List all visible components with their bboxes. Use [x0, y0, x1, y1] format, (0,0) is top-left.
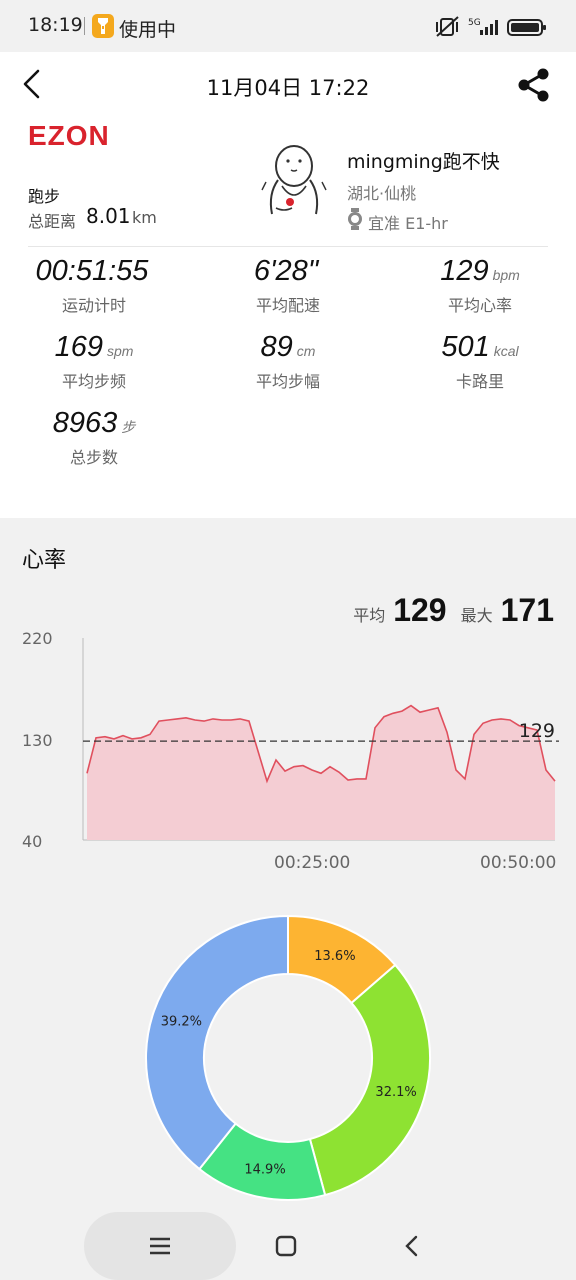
stat-unit: bpm [492, 267, 520, 283]
stat-unit: kcal [493, 343, 519, 359]
distance-value: 8.01 [86, 204, 131, 228]
vibrate-off-icon [436, 16, 459, 37]
stat-label: 卡路里 [455, 372, 504, 391]
stat-value: 6'28" [253, 255, 319, 287]
distance-label: 总距离 [28, 212, 77, 231]
stat-label: 总步数 [69, 448, 118, 467]
donut-slice[interactable] [145, 914, 289, 1171]
donut-slice-label: 14.9% [244, 1163, 285, 1178]
stat-duration: 00:51:55 运动计时 [19, 255, 169, 316]
menu-button[interactable] [148, 1234, 172, 1262]
heart-rate-title: 心率 [22, 548, 67, 573]
user-location: 湖北·仙桃 [347, 184, 417, 203]
stat-cadence: 169 spm 平均步频 [19, 331, 169, 392]
status-time: 18:19 [28, 14, 83, 36]
status-icons: 5G [436, 16, 548, 42]
stat-label: 平均配速 [255, 296, 320, 315]
heart-rate-zone-donut: 13.6% 32.1% 14.9% 39.2% [145, 914, 431, 1201]
donut-slice-label: 13.6% [314, 949, 355, 964]
stat-heart-rate: 129 bpm 平均心率 [405, 255, 555, 316]
stat-unit: 步 [121, 419, 136, 435]
stat-value: 501 [441, 331, 490, 363]
distance-unit: km [132, 208, 157, 227]
donut-slice-label: 39.2% [161, 1015, 202, 1030]
x-tick-label: 00:50:00 [480, 853, 557, 873]
heart-rate-chart: 129 [82, 638, 559, 841]
status-in-use: 使用中 [119, 19, 177, 41]
home-button[interactable] [274, 1234, 298, 1262]
stat-stride: 89 cm 平均步幅 [213, 331, 363, 392]
avatar[interactable] [260, 142, 328, 228]
page-title: 11月04日 17:22 [206, 76, 370, 100]
watch-icon [347, 208, 363, 234]
status-separator [84, 17, 85, 35]
share-icon [518, 68, 549, 102]
divider [28, 246, 548, 247]
sport-type: 跑步 [28, 187, 61, 206]
stat-steps: 8963 步 总步数 [19, 407, 169, 468]
home-icon [275, 1235, 297, 1257]
user-name: mingming跑不快 [347, 151, 500, 173]
stat-value: 169 [54, 331, 103, 363]
back-triangle-icon [405, 1235, 418, 1257]
stat-unit: cm [296, 343, 316, 359]
x-tick-label: 00:25:00 [274, 853, 351, 873]
stat-value: 8963 [52, 407, 118, 439]
stat-value: 00:51:55 [35, 255, 149, 287]
stat-pace: 6'28" 平均配速 [213, 255, 363, 316]
donut-slice[interactable] [308, 963, 431, 1197]
stat-unit: spm [106, 343, 134, 359]
system-back-button[interactable] [400, 1234, 424, 1262]
flashlight-icon[interactable] [92, 14, 114, 38]
brand-logo: EZON [28, 120, 110, 151]
stat-calories: 501 kcal 卡路里 [405, 331, 555, 392]
stat-value: 129 [440, 255, 489, 287]
svg-text:5G: 5G [468, 18, 481, 28]
donut-slice-label: 32.1% [375, 1085, 416, 1100]
share-button[interactable] [516, 67, 552, 103]
stat-value: 89 [260, 331, 293, 363]
signal-icon: 5G [468, 18, 498, 35]
stat-label: 运动计时 [61, 296, 126, 315]
user-device: 宜准 E1-hr [368, 214, 448, 233]
stat-label: 平均步幅 [255, 372, 320, 391]
stat-label: 平均步频 [61, 372, 126, 391]
status-bar: 18:19 使用中 5G [0, 0, 576, 52]
stat-label: 平均心率 [447, 296, 512, 315]
average-line-label: 129 [519, 720, 555, 742]
menu-icon [150, 1237, 170, 1255]
battery-icon [507, 19, 546, 36]
